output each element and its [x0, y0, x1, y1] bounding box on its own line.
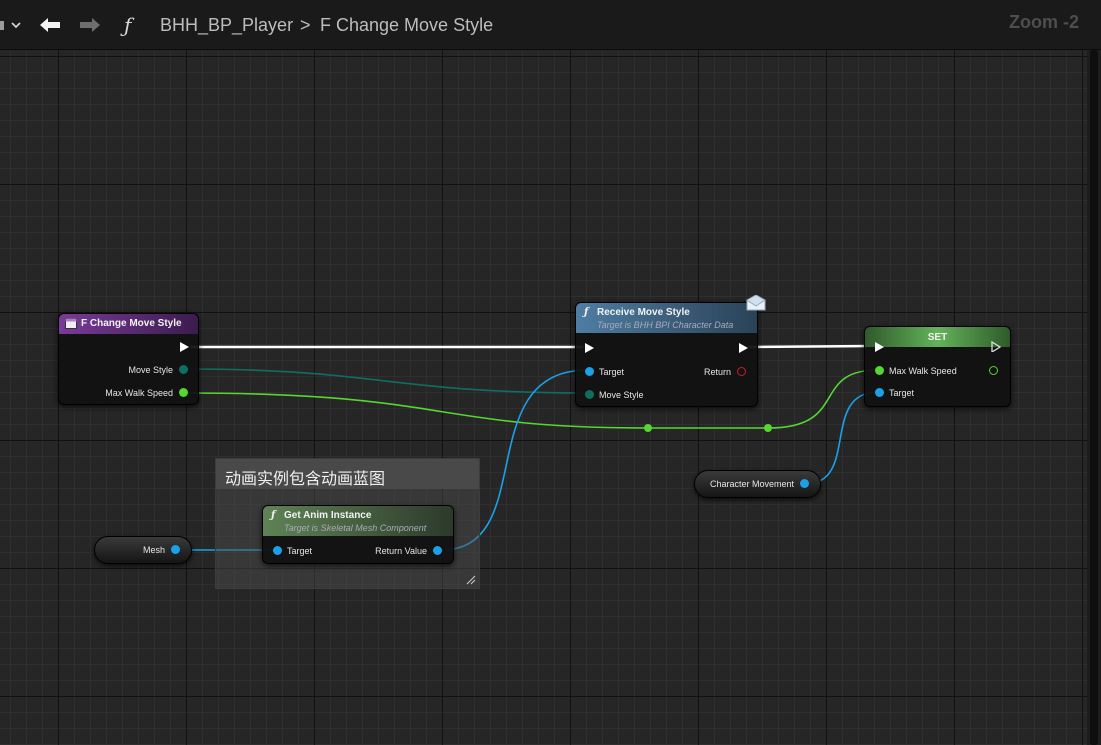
max-walk-speed-pin[interactable]: [179, 388, 188, 397]
enum-wire-move-style: [184, 368, 589, 394]
function-entry-node[interactable]: F Change Move Style Move Style Max Walk …: [58, 313, 199, 405]
character-movement-label: Character Movement: [709, 479, 794, 489]
node-subtitle: Target is BHH BPI Character Data: [597, 320, 734, 330]
move-style-pin[interactable]: [585, 390, 594, 399]
mesh-variable-label: Mesh: [142, 545, 165, 555]
pin-label-target: Target: [287, 546, 313, 556]
character-movement-variable-node[interactable]: Character Movement: [694, 470, 821, 498]
node-title: Get Anim Instance: [284, 510, 372, 521]
forward-arrow-icon: [80, 18, 100, 32]
function-icon: ƒ: [584, 307, 589, 318]
graph-dropdown-button[interactable]: [0, 0, 26, 50]
target-pin[interactable]: [875, 388, 884, 397]
pin-label-return: Return: [703, 367, 731, 377]
return-value-pin[interactable]: [433, 546, 442, 555]
pin-label-target: Target: [889, 388, 915, 398]
comment-title[interactable]: 动画实例包含动画蓝图: [216, 459, 479, 489]
pin-label-move-style: Move Style: [128, 365, 173, 375]
node-subtitle: Target is Skeletal Mesh Component: [284, 523, 427, 533]
resize-grip-icon[interactable]: [466, 575, 476, 585]
max-walk-speed-in-pin[interactable]: [875, 366, 884, 375]
back-button[interactable]: [38, 0, 64, 50]
exec-out-pin[interactable]: [991, 341, 1002, 352]
pin-label-move-style: Move Style: [599, 390, 644, 400]
target-pin[interactable]: [273, 546, 282, 555]
exec-in-pin[interactable]: [875, 342, 884, 352]
back-arrow-icon: [40, 18, 60, 32]
exec-out-pin[interactable]: [739, 343, 748, 353]
pin-label-return-value: Return Value: [375, 546, 427, 556]
reroute-knot-2: [764, 424, 772, 432]
message-envelope-icon: [746, 295, 766, 311]
mesh-out-pin[interactable]: [171, 545, 180, 554]
set-max-walk-speed-node[interactable]: SET Max Walk Speed Target: [864, 326, 1011, 407]
exec-wire-receive-to-set: [747, 344, 875, 349]
node-title: F Change Move Style: [81, 318, 182, 329]
node-title: Receive Move Style: [597, 307, 690, 318]
character-movement-out-pin[interactable]: [800, 479, 809, 488]
receive-move-style-node[interactable]: ƒ Receive Move Style Target is BHH BPI C…: [575, 295, 766, 407]
pin-label-target: Target: [599, 367, 625, 377]
function-icon: ƒ: [124, 13, 132, 37]
chevron-down-icon: [0, 21, 21, 30]
exec-in-pin[interactable]: [585, 343, 594, 353]
target-pin[interactable]: [585, 367, 594, 376]
reroute-knot-1: [644, 424, 652, 432]
pin-label-max-walk-speed: Max Walk Speed: [889, 366, 957, 376]
node-title: SET: [927, 332, 948, 343]
function-icon: ƒ: [271, 510, 276, 521]
pin-label-max-walk-speed: Max Walk Speed: [105, 388, 173, 398]
scrollbar-thumb[interactable]: [1090, 50, 1098, 745]
exec-out-pin[interactable]: [180, 342, 189, 352]
function-entry-icon: [65, 318, 77, 329]
breadcrumb-function[interactable]: F Change Move Style: [320, 0, 493, 50]
move-style-pin[interactable]: [179, 365, 188, 374]
forward-button[interactable]: [78, 0, 104, 50]
breadcrumb-separator: >: [300, 14, 311, 35]
get-anim-instance-node[interactable]: ƒ Get Anim Instance Target is Skeletal M…: [262, 505, 454, 564]
return-pin[interactable]: [737, 367, 746, 376]
breadcrumb-blueprint[interactable]: BHH_BP_Player: [160, 0, 293, 50]
vertical-scrollbar[interactable]: [1087, 50, 1101, 745]
float-wire-max-walk-speed: [185, 369, 879, 429]
zoom-level: Zoom -2: [1009, 12, 1079, 32]
graph-toolbar: ƒ BHH_BP_Player > F Change Move Style Zo…: [0, 0, 1101, 50]
max-walk-speed-out-pin[interactable]: [989, 366, 998, 375]
mesh-variable-node[interactable]: Mesh: [94, 536, 192, 564]
